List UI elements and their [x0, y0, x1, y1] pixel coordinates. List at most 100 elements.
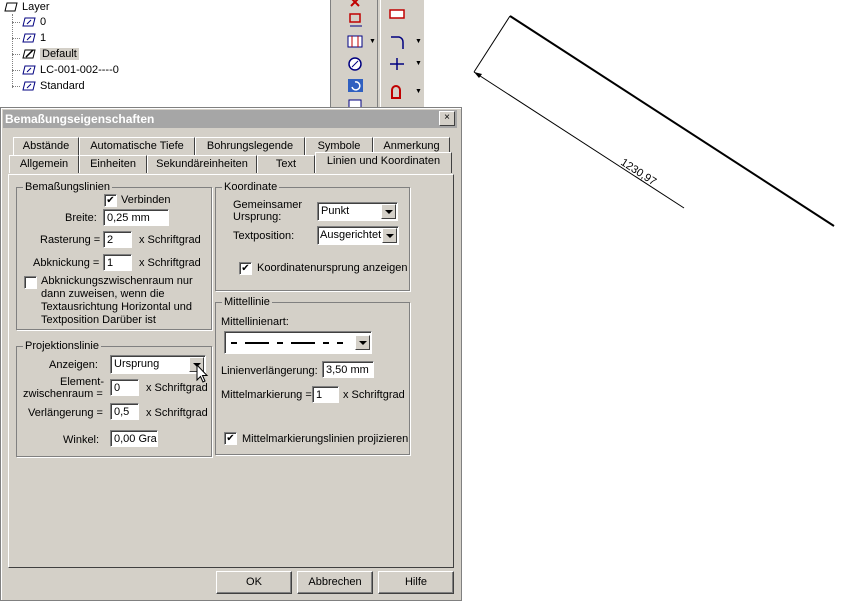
abknick-option-checkbox[interactable] — [24, 276, 37, 289]
chevron-down-icon[interactable] — [382, 228, 397, 243]
delete-constraint-icon[interactable] — [347, 0, 365, 12]
abknickung-label: Abknickung = — [33, 257, 100, 269]
mittellinienart-select[interactable] — [224, 331, 372, 354]
layer-item-0[interactable]: 0 — [22, 15, 46, 30]
tab-text[interactable]: Text — [257, 155, 315, 173]
mirror-icon[interactable] — [389, 84, 407, 100]
mouse-cursor-icon — [196, 364, 209, 383]
chevron-down-icon[interactable] — [355, 335, 370, 350]
layer-icon — [22, 17, 36, 27]
winkel-input[interactable]: 0,00 Gra — [110, 430, 158, 447]
point-icon[interactable] — [389, 56, 407, 72]
tab-linien-und-koordinaten[interactable]: Linien und Koordinaten — [315, 152, 452, 173]
project-centermarks-label: Mittelmarkierungslinien projizieren — [242, 433, 409, 445]
extension-line — [473, 15, 511, 73]
mittellinienart-label: Mittellinienart: — [221, 316, 289, 328]
layer-icon — [22, 33, 36, 43]
update-icon[interactable] — [347, 78, 365, 94]
mittelmarkierung-unit: x Schriftgrad — [343, 389, 405, 401]
dimension-icon[interactable] — [347, 34, 365, 50]
layer-item-lc[interactable]: LC-001-002----0 — [22, 63, 119, 78]
tab-abstaende[interactable]: Abstände — [13, 137, 79, 155]
abknickung-unit: x Schriftgrad — [139, 257, 201, 269]
verbinden-label: Verbinden — [121, 194, 171, 206]
tab-allgemein[interactable]: Allgemein — [9, 155, 79, 173]
dialog-titlebar[interactable]: Bemaßungseigenschaften × — [3, 110, 457, 128]
element-input[interactable]: 0 — [110, 379, 139, 396]
layer-icon — [22, 81, 36, 91]
layer-item-label: Standard — [40, 80, 85, 92]
ursprung-value: Punkt — [321, 205, 350, 217]
ok-button[interactable]: OK — [216, 571, 292, 594]
dialog-title: Bemaßungseigenschaften — [5, 112, 155, 126]
layer-tree-root[interactable]: Layer — [4, 0, 50, 15]
linienverlaengerung-input[interactable]: 3,50 mm — [322, 361, 374, 378]
layer-item-label: 1 — [40, 32, 47, 44]
tab-bohrungslegende[interactable]: Bohrungslegende — [195, 137, 305, 155]
mittelmarkierung-input[interactable]: 1 — [312, 386, 339, 403]
close-button[interactable]: × — [439, 111, 455, 126]
anzeigen-label: Anzeigen: — [49, 359, 98, 371]
rasterung-label: Rasterung = — [40, 234, 101, 246]
project-geometry-icon[interactable] — [347, 12, 365, 28]
model-line[interactable] — [509, 15, 835, 227]
fillet-icon[interactable] — [389, 34, 407, 50]
abknick-option-label: Abknickungszwischenraum nur dann zuweise… — [41, 275, 193, 326]
chevron-down-icon[interactable]: ▼ — [369, 38, 376, 45]
layer-icon — [4, 2, 18, 12]
project-centermarks-checkbox[interactable]: ✔ — [224, 432, 237, 445]
group-projektionslinie-title: Projektionslinie — [23, 340, 101, 352]
linienverlaengerung-label: Linienverlängerung: — [221, 365, 318, 377]
anzeigen-value: Ursprung — [114, 358, 160, 370]
rasterung-unit: x Schriftgrad — [139, 234, 201, 246]
group-koordinate-title: Koordinate — [222, 181, 280, 193]
auto-dimension-icon[interactable] — [347, 56, 365, 72]
rectangle-icon[interactable] — [389, 6, 407, 22]
tab-einheiten[interactable]: Einheiten — [79, 155, 147, 173]
dimension-text[interactable]: 1230,97 — [618, 156, 658, 188]
winkel-label: Winkel: — [63, 434, 100, 446]
anzeigen-select[interactable]: Ursprung — [110, 355, 206, 374]
tab-automatische-tiefe[interactable]: Automatische Tiefe — [79, 137, 195, 155]
verbinden-checkbox[interactable]: ✔ — [104, 194, 117, 207]
layer-item-standard[interactable]: Standard — [22, 79, 85, 94]
group-mittellinie-title: Mittellinie — [222, 296, 272, 308]
verlaengerung-unit: x Schriftgrad — [146, 407, 208, 419]
dimension-arrow-icon — [474, 72, 482, 78]
show-origin-label: Koordinatenursprung anzeigen — [257, 262, 408, 274]
chevron-down-icon[interactable]: ▼ — [415, 38, 422, 45]
layer-root-label: Layer — [22, 1, 50, 13]
sketch-toolbar: ▼ ▼ ▼ ▼ — [330, 0, 424, 111]
verlaengerung-input[interactable]: 0,5 — [110, 403, 139, 420]
drawing-canvas: 1230,97 — [473, 15, 835, 227]
layer-item-label: Default — [40, 48, 79, 60]
textposition-value: Ausgerichtet — [320, 229, 382, 241]
chevron-down-icon[interactable]: ▼ — [415, 88, 422, 95]
verlaengerung-label: Verlängerung = — [28, 407, 103, 419]
help-button[interactable]: Hilfe — [378, 571, 454, 594]
cancel-button[interactable]: Abbrechen — [297, 571, 373, 594]
breite-input[interactable]: 0,25 mm — [103, 209, 169, 226]
chevron-down-icon[interactable]: ▼ — [415, 60, 422, 67]
dimension-line[interactable] — [473, 71, 685, 209]
chevron-down-icon[interactable] — [381, 204, 396, 219]
mittelmarkierung-label: Mittelmarkierung = — [221, 389, 312, 401]
element-label-1: Element- — [60, 376, 105, 388]
tab-sekundaereinheiten[interactable]: Sekundäreinheiten — [147, 155, 257, 173]
element-label-2: zwischenraum = — [23, 388, 103, 400]
abknickung-input[interactable]: 1 — [103, 254, 132, 271]
active-layer-icon — [22, 49, 36, 59]
layer-item-1[interactable]: 1 — [22, 31, 46, 46]
ursprung-select[interactable]: Punkt — [317, 202, 398, 221]
centerline-pattern-icon — [231, 342, 343, 344]
textposition-select[interactable]: Ausgerichtet — [317, 226, 399, 245]
textposition-label: Textposition: — [233, 230, 295, 242]
ursprung-label-2: Ursprung: — [233, 211, 282, 223]
show-origin-checkbox[interactable]: ✔ — [239, 262, 252, 275]
layer-item-label: LC-001-002----0 — [40, 64, 119, 76]
rasterung-input[interactable]: 2 — [103, 231, 132, 248]
group-bemassungslinien-title: Bemaßungslinien — [23, 181, 112, 193]
layer-item-default[interactable]: Default — [22, 47, 79, 62]
layer-icon — [22, 65, 36, 75]
ursprung-label-1: Gemeinsamer — [233, 199, 303, 211]
